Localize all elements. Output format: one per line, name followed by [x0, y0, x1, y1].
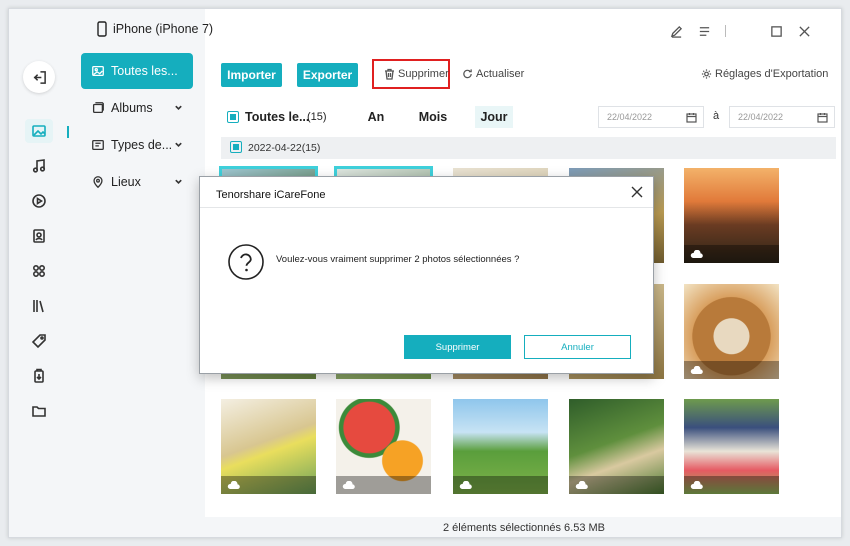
- export-settings-button[interactable]: Réglages d'Exportation: [701, 68, 828, 80]
- video-icon[interactable]: [25, 189, 53, 213]
- refresh-icon: [463, 69, 472, 79]
- refresh-label: Actualiser: [476, 68, 525, 80]
- import-button[interactable]: Importer: [221, 63, 282, 87]
- question-icon: [228, 244, 264, 280]
- dialog-close-icon[interactable]: [631, 185, 645, 199]
- calendar-icon: [686, 113, 697, 123]
- chevron-down-icon: [175, 105, 182, 110]
- location-icon: [93, 176, 103, 189]
- folder-icon[interactable]: [25, 399, 53, 423]
- group-checkbox[interactable]: [230, 141, 242, 153]
- titlebar-divider: [725, 25, 726, 37]
- app-window: Toutes les... Albums Types de... Lieux i…: [8, 8, 842, 538]
- nav-item-types[interactable]: Types de...: [81, 127, 193, 163]
- device-label: iPhone (iPhone 7): [97, 21, 213, 37]
- nav-item-albums[interactable]: Albums: [81, 90, 193, 126]
- nav-item-places[interactable]: Lieux: [81, 164, 193, 200]
- all-label: Toutes le...: [245, 110, 310, 124]
- device-name: iPhone (iPhone 7): [113, 22, 214, 36]
- photo-thumbnail[interactable]: [684, 284, 779, 379]
- exit-icon[interactable]: [23, 61, 55, 93]
- date-from-field[interactable]: 22/04/2022: [598, 106, 704, 128]
- group-count: (15): [301, 142, 321, 154]
- cancel-button[interactable]: Annuler: [524, 335, 631, 359]
- date-to-field[interactable]: 22/04/2022: [729, 106, 835, 128]
- export-settings-label: Réglages d'Exportation: [715, 68, 829, 80]
- refresh-button[interactable]: Actualiser: [462, 68, 524, 80]
- trash-icon: [385, 68, 394, 80]
- cloud-icon: [690, 366, 703, 374]
- apps-icon[interactable]: [25, 259, 53, 283]
- segment-month[interactable]: Mois: [413, 106, 453, 128]
- calendar-icon: [817, 113, 828, 123]
- nav-item-label: Toutes les...: [111, 64, 178, 78]
- chevron-down-icon: [175, 142, 182, 147]
- cloud-icon: [227, 481, 240, 489]
- date-to-value: 22/04/2022: [738, 112, 784, 122]
- nav-item-label: Types de...: [111, 138, 173, 152]
- icon-rail: [9, 9, 69, 537]
- group-date: 2022-04-22: [248, 142, 302, 154]
- cloud-icon: [690, 250, 703, 258]
- segment-year[interactable]: An: [361, 106, 391, 128]
- gear-icon: [701, 69, 712, 79]
- select-all-checkbox[interactable]: [227, 111, 239, 123]
- dialog-message: Voulez-vous vraiment supprimer 2 photos …: [276, 254, 520, 265]
- photo-thumbnail[interactable]: [684, 399, 779, 494]
- chevron-down-icon: [175, 179, 182, 184]
- selection-status: 2 éléments sélectionnés 6.53 MB: [205, 517, 841, 537]
- segment-day[interactable]: Jour: [475, 106, 513, 128]
- export-button[interactable]: Exporter: [297, 63, 358, 87]
- type-icon: [92, 139, 104, 151]
- music-icon[interactable]: [25, 154, 53, 178]
- cloud-icon: [459, 481, 472, 489]
- date-from-value: 22/04/2022: [607, 112, 653, 122]
- maximize-icon[interactable]: [768, 23, 784, 39]
- dialog-title: Tenorshare iCareFone: [216, 189, 326, 201]
- cloud-icon: [342, 481, 355, 489]
- photo-thumbnail[interactable]: [569, 399, 664, 494]
- photo-thumbnail[interactable]: [336, 399, 431, 494]
- contacts-icon[interactable]: [25, 224, 53, 248]
- nav-item-all-photos[interactable]: Toutes les...: [81, 53, 193, 89]
- books-icon[interactable]: [25, 294, 53, 318]
- all-count: (15): [307, 111, 327, 123]
- nav-panel: Toutes les... Albums Types de... Lieux: [69, 9, 205, 537]
- image-icon: [92, 65, 104, 77]
- backup-icon[interactable]: [25, 364, 53, 388]
- album-icon: [92, 102, 104, 114]
- pen-icon[interactable]: [668, 23, 684, 39]
- group-label: 2022-04-22(15): [248, 142, 320, 154]
- cloud-icon: [575, 481, 588, 489]
- cloud-icon: [690, 481, 703, 489]
- confirm-delete-button[interactable]: Supprimer: [404, 335, 511, 359]
- close-icon[interactable]: [796, 23, 812, 39]
- nav-item-label: Lieux: [111, 175, 141, 189]
- photo-thumbnail[interactable]: [453, 399, 548, 494]
- delete-label: Supprimer: [398, 68, 449, 80]
- date-separator: à: [713, 110, 720, 122]
- dialog-divider: [200, 207, 653, 208]
- photo-icon[interactable]: [25, 119, 53, 143]
- delete-confirm-dialog: Tenorshare iCareFone Voulez-vous vraimen…: [199, 176, 654, 374]
- nav-item-label: Albums: [111, 101, 153, 115]
- tag-icon[interactable]: [25, 329, 53, 353]
- phone-icon: [97, 21, 107, 37]
- menu-icon[interactable]: [696, 23, 712, 39]
- photo-thumbnail[interactable]: [221, 399, 316, 494]
- photo-thumbnail[interactable]: [684, 168, 779, 263]
- delete-button[interactable]: Supprimer: [384, 68, 449, 80]
